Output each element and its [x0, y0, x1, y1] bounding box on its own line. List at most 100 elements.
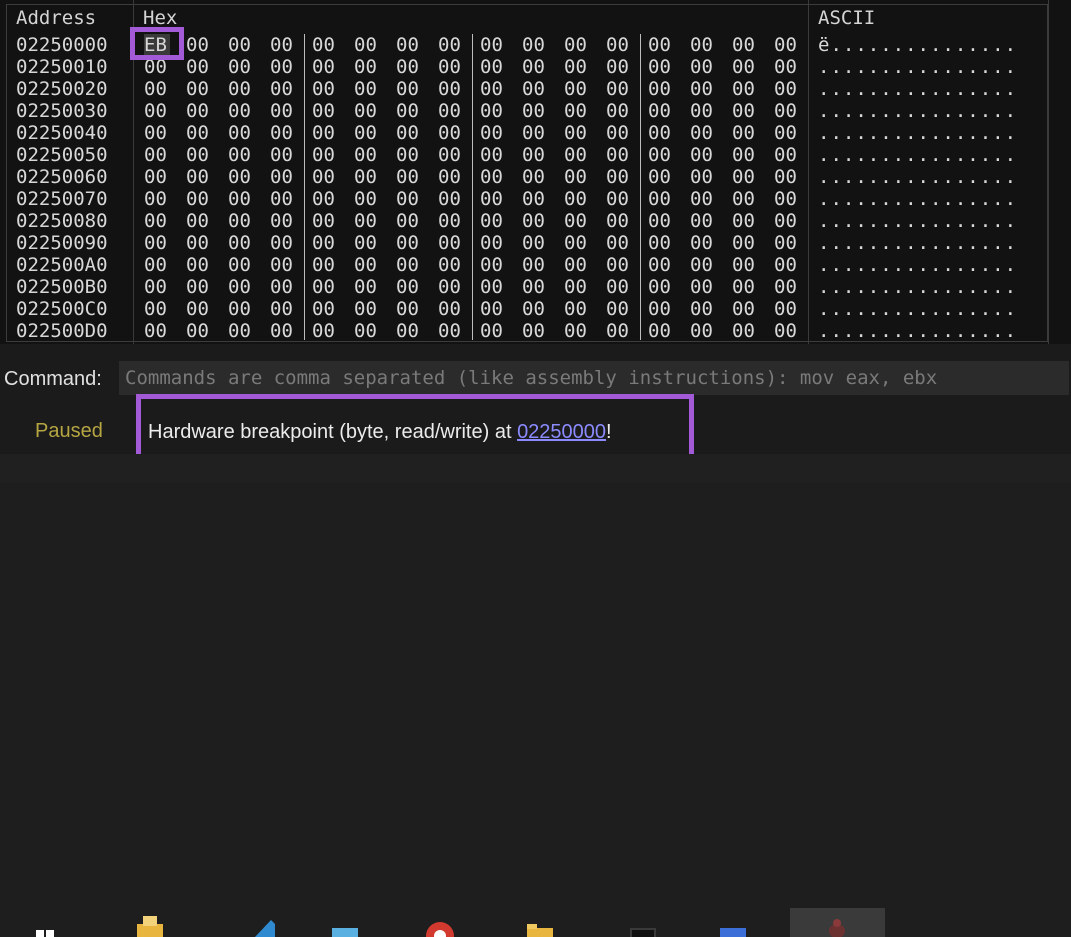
hex-byte[interactable]: 00 [774, 320, 800, 342]
hex-byte[interactable]: 00 [312, 34, 338, 56]
hex-byte[interactable]: 00 [438, 276, 464, 298]
hex-byte[interactable]: 00 [186, 188, 212, 210]
dump-row[interactable]: 02250020 00 00 00 00 00 00 00 00 00 00 00 00 00 00 00 00… [16, 78, 1046, 100]
hex-byte[interactable]: 00 [690, 166, 716, 188]
hex-byte[interactable]: 00 [354, 78, 380, 100]
hex-byte[interactable]: 00 [186, 56, 212, 78]
hex-byte[interactable]: 00 [480, 100, 506, 122]
hex-byte[interactable]: 00 [270, 78, 296, 100]
hex-byte[interactable]: 00 [690, 232, 716, 254]
hex-byte[interactable]: 00 [312, 78, 338, 100]
dump-row[interactable]: 022500D0 00 00 00 00 00 00 00 00 00 00 00 00 00 00 00 00… [16, 320, 1046, 342]
hex-byte[interactable]: 00 [480, 78, 506, 100]
hex-byte[interactable]: 00 [438, 188, 464, 210]
hex-byte[interactable]: 00 [228, 166, 254, 188]
hex-byte[interactable]: 00 [522, 320, 548, 342]
file-explorer-icon[interactable] [135, 914, 165, 937]
hex-byte[interactable]: 00 [774, 122, 800, 144]
hex-byte[interactable]: 00 [354, 122, 380, 144]
row-address[interactable]: 02250040 [16, 122, 136, 144]
hex-byte[interactable]: 00 [354, 56, 380, 78]
ascii-text[interactable]: ë............... [818, 34, 1017, 56]
address-column-header[interactable]: Address [16, 6, 96, 30]
terminal-icon[interactable] [628, 914, 658, 937]
hex-byte[interactable]: 00 [438, 232, 464, 254]
breakpoint-address-link[interactable]: 02250000 [517, 421, 606, 443]
hex-byte[interactable]: 00 [648, 320, 674, 342]
hex-byte[interactable]: 00 [732, 210, 758, 232]
hex-byte[interactable]: 00 [228, 232, 254, 254]
hex-byte[interactable]: 00 [354, 100, 380, 122]
hex-byte[interactable]: 00 [774, 56, 800, 78]
vscode-icon[interactable] [245, 914, 275, 937]
hex-byte[interactable]: 00 [312, 298, 338, 320]
hex-byte[interactable]: 00 [690, 188, 716, 210]
hex-byte[interactable]: 00 [312, 210, 338, 232]
hex-byte[interactable]: 00 [228, 34, 254, 56]
hex-byte[interactable]: 00 [564, 78, 590, 100]
hex-byte[interactable]: 00 [186, 232, 212, 254]
hex-byte[interactable]: 00 [480, 56, 506, 78]
hex-byte[interactable]: 00 [270, 320, 296, 342]
hex-byte[interactable]: 00 [312, 56, 338, 78]
hex-byte[interactable]: 00 [186, 100, 212, 122]
ascii-text[interactable]: ................ [818, 232, 1017, 254]
ascii-text[interactable]: ................ [818, 100, 1017, 122]
hex-byte[interactable]: 00 [732, 100, 758, 122]
hex-byte[interactable]: 00 [690, 210, 716, 232]
row-address[interactable]: 02250060 [16, 166, 136, 188]
dump-row[interactable]: 02250070 00 00 00 00 00 00 00 00 00 00 00 00 00 00 00 00… [16, 188, 1046, 210]
hex-byte[interactable]: 00 [354, 166, 380, 188]
hex-byte[interactable]: 00 [396, 276, 422, 298]
hex-byte[interactable]: 00 [438, 100, 464, 122]
hex-byte[interactable]: 00 [312, 232, 338, 254]
hex-byte[interactable]: 00 [438, 122, 464, 144]
hex-byte[interactable]: 00 [606, 320, 632, 342]
hex-byte[interactable]: 00 [312, 122, 338, 144]
hex-byte[interactable]: 00 [564, 122, 590, 144]
hex-byte[interactable]: 00 [396, 34, 422, 56]
hex-byte[interactable]: 00 [774, 144, 800, 166]
hex-byte[interactable]: 00 [606, 166, 632, 188]
hex-byte[interactable]: 00 [732, 232, 758, 254]
hex-byte[interactable]: 00 [732, 298, 758, 320]
dump-row[interactable]: 022500C0 00 00 00 00 00 00 00 00 00 00 00 00 00 00 00 00… [16, 298, 1046, 320]
hex-byte[interactable]: 00 [648, 144, 674, 166]
folder-icon[interactable] [525, 914, 555, 937]
hex-byte[interactable]: 00 [144, 78, 170, 100]
hex-byte[interactable]: 00 [648, 298, 674, 320]
hex-byte[interactable]: 00 [480, 166, 506, 188]
hex-byte[interactable]: 00 [270, 144, 296, 166]
hex-byte[interactable]: 00 [564, 144, 590, 166]
hex-byte[interactable]: 00 [690, 144, 716, 166]
hex-byte[interactable]: 00 [396, 188, 422, 210]
hex-byte[interactable]: 00 [228, 298, 254, 320]
dump-row[interactable]: 02250030 00 00 00 00 00 00 00 00 00 00 00 00 00 00 00 00… [16, 100, 1046, 122]
hex-byte[interactable]: 00 [606, 210, 632, 232]
hex-byte[interactable]: 00 [438, 78, 464, 100]
browser-icon[interactable] [425, 914, 455, 937]
hex-byte[interactable]: 00 [774, 78, 800, 100]
hex-byte[interactable]: 00 [774, 276, 800, 298]
hex-byte[interactable]: 00 [228, 144, 254, 166]
hex-byte[interactable]: 00 [270, 276, 296, 298]
hex-byte[interactable]: 00 [144, 298, 170, 320]
hex-byte[interactable]: 00 [648, 100, 674, 122]
hex-byte[interactable]: 00 [270, 100, 296, 122]
ascii-text[interactable]: ................ [818, 78, 1017, 100]
dump-row[interactable]: 02250080 00 00 00 00 00 00 00 00 00 00 00 00 00 00 00 00… [16, 210, 1046, 232]
hex-byte[interactable]: 00 [480, 122, 506, 144]
hex-byte[interactable]: 00 [228, 188, 254, 210]
hex-byte[interactable]: 00 [144, 232, 170, 254]
hex-byte[interactable]: 00 [690, 100, 716, 122]
hex-byte[interactable]: 00 [522, 210, 548, 232]
hex-byte[interactable]: 00 [228, 122, 254, 144]
dump-row[interactable]: 022500B0 00 00 00 00 00 00 00 00 00 00 00 00 00 00 00 00… [16, 276, 1046, 298]
hex-byte[interactable]: 00 [186, 320, 212, 342]
hex-byte[interactable]: 00 [438, 298, 464, 320]
ascii-text[interactable]: ................ [818, 210, 1017, 232]
hex-byte[interactable]: 00 [186, 34, 212, 56]
hex-byte[interactable]: 00 [606, 276, 632, 298]
dump-row[interactable]: 02250090 00 00 00 00 00 00 00 00 00 00 00 00 00 00 00 00… [16, 232, 1046, 254]
hex-byte[interactable]: 00 [144, 320, 170, 342]
